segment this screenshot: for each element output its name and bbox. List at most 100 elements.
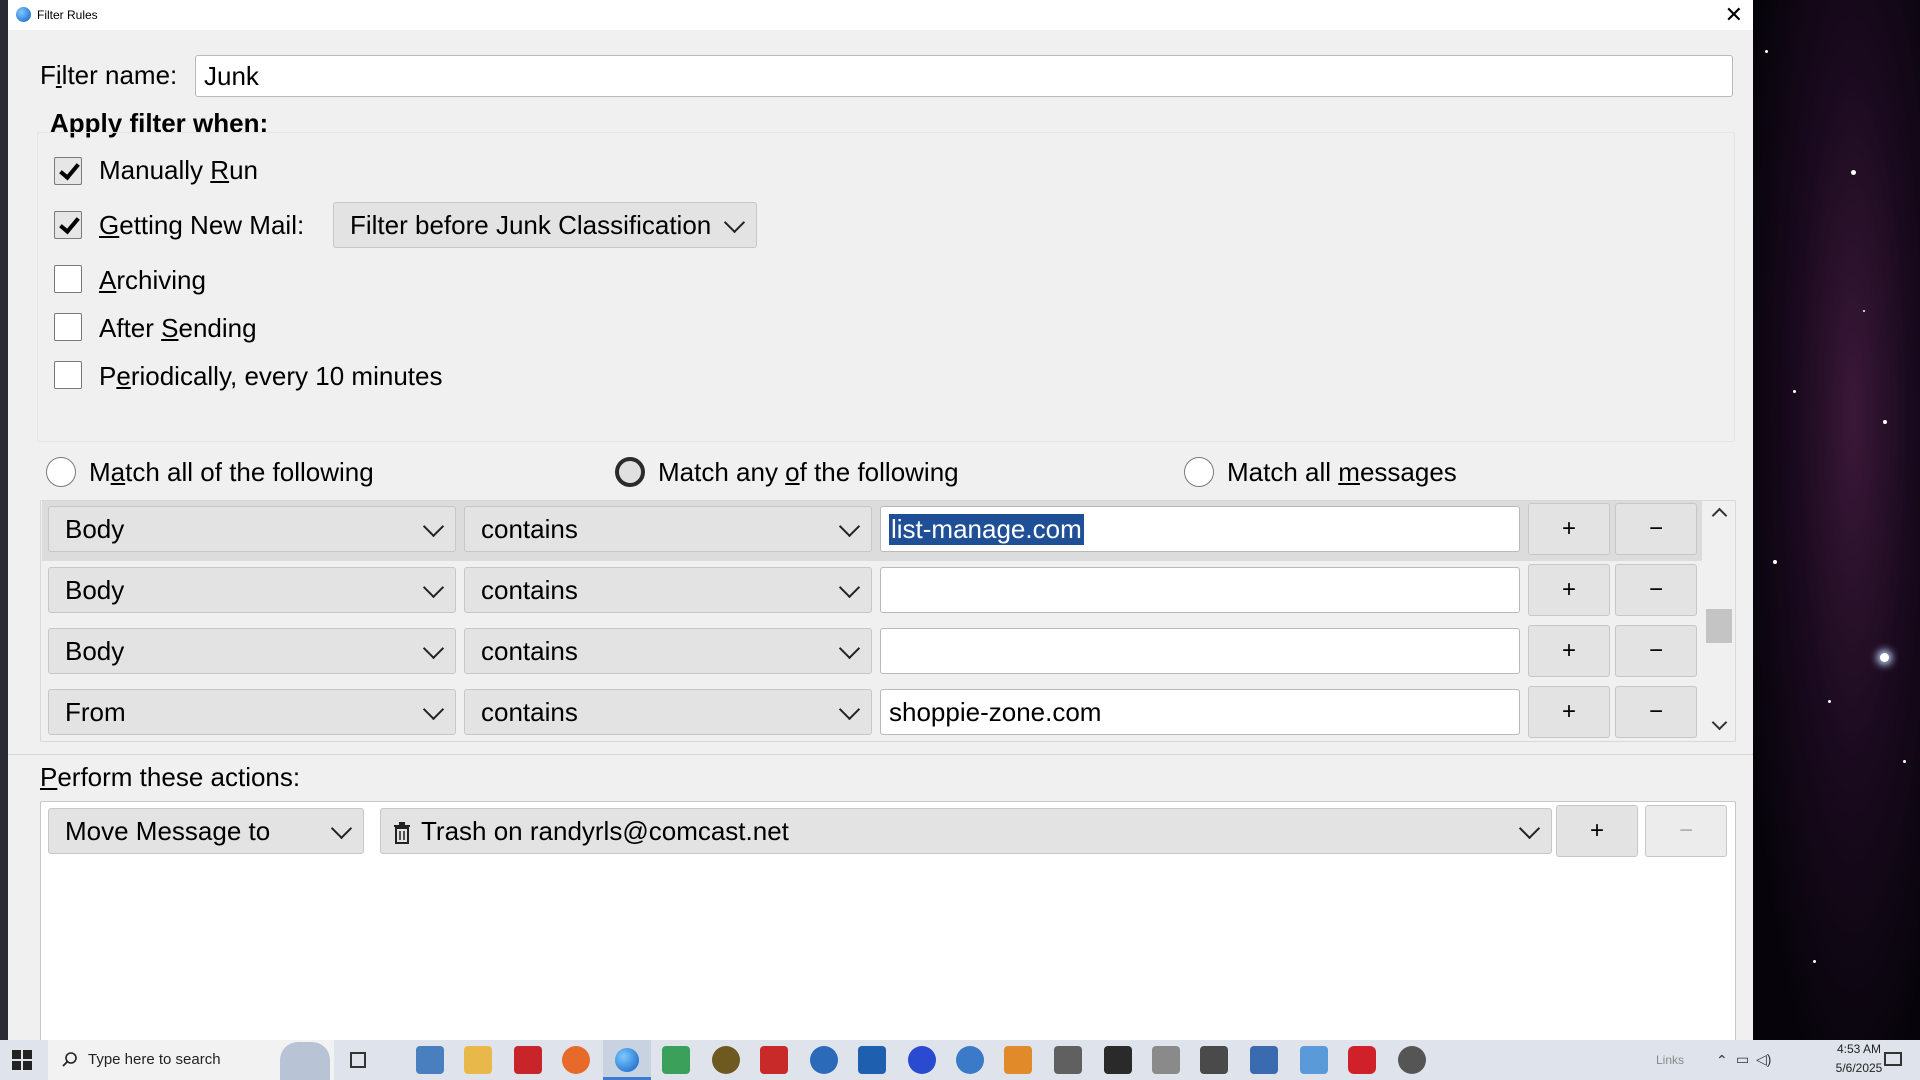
chevron-down-icon <box>838 515 861 538</box>
rule-field-dropdown[interactable]: From <box>48 689 456 735</box>
filter-rules-dialog: Filter Rules ✕ Filter name: Junk Apply f… <box>8 0 1753 1040</box>
new-mail-timing-dropdown[interactable]: Filter before Junk Classification <box>333 202 757 248</box>
add-rule-button[interactable]: + <box>1528 564 1610 616</box>
getting-new-mail-checkbox[interactable] <box>54 211 82 239</box>
taskbar-app-icon[interactable] <box>416 1046 444 1074</box>
periodically-checkbox[interactable] <box>54 361 82 389</box>
match-all-label: Match all of the following <box>89 457 374 487</box>
chevron-down-icon <box>422 698 445 721</box>
network-icon[interactable]: ▭ <box>1736 1051 1749 1068</box>
notifications-icon[interactable] <box>1884 1052 1902 1066</box>
chevron-down-icon <box>330 817 353 840</box>
scroll-up-icon[interactable] <box>1711 507 1728 524</box>
firefox-icon[interactable] <box>562 1046 590 1074</box>
remove-rule-button[interactable]: − <box>1615 686 1697 738</box>
actions-heading: Perform these actions: <box>40 762 301 792</box>
thunderbird-icon <box>615 1048 639 1072</box>
windows-start-icon[interactable] <box>12 1050 32 1070</box>
search-highlight-image <box>280 1042 330 1080</box>
desktop-wallpaper <box>1753 0 1920 1040</box>
background-window-edge <box>0 0 8 1040</box>
search-icon <box>62 1052 77 1067</box>
windows-taskbar: Type here to search Links ⌃ ▭ ◁) 4:53 AM… <box>0 1040 1920 1080</box>
chevron-down-icon <box>838 637 861 660</box>
taskbar-app-icon[interactable] <box>1300 1046 1328 1074</box>
rule-operator-dropdown[interactable]: contains <box>464 567 872 613</box>
taskbar-app-icon[interactable] <box>1152 1046 1180 1074</box>
after-sending-label: After Sending <box>99 313 257 343</box>
taskbar-app-icon[interactable] <box>1054 1046 1082 1074</box>
taskbar-app-icon[interactable] <box>662 1046 690 1074</box>
manually-run-label: Manually Run <box>99 155 258 185</box>
title-bar: Filter Rules ✕ <box>8 0 1753 30</box>
close-icon[interactable]: ✕ <box>1725 2 1743 28</box>
task-view-icon[interactable] <box>350 1052 366 1068</box>
rule-field-dropdown[interactable]: Body <box>48 506 456 552</box>
rule-operator-dropdown[interactable]: contains <box>464 506 872 552</box>
taskbar-app-icon[interactable] <box>760 1046 788 1074</box>
thunderbird-icon <box>16 7 31 22</box>
chevron-down-icon <box>422 515 445 538</box>
chevron-down-icon <box>723 211 746 234</box>
rule-field-dropdown[interactable]: Body <box>48 628 456 674</box>
volume-icon[interactable]: ◁) <box>1756 1051 1771 1068</box>
window-title: Filter Rules <box>37 8 98 22</box>
rule-value-input[interactable] <box>880 628 1520 674</box>
archiving-checkbox[interactable] <box>54 265 82 293</box>
getting-new-mail-label: Getting New Mail: <box>99 210 305 240</box>
filter-name-input[interactable]: Junk <box>195 55 1733 97</box>
file-explorer-icon[interactable] <box>464 1046 492 1074</box>
taskbar-app-icon[interactable] <box>1004 1046 1032 1074</box>
rule-operator-dropdown[interactable]: contains <box>464 689 872 735</box>
add-action-button[interactable]: + <box>1556 805 1638 857</box>
rule-value-input[interactable]: list-manage.com <box>880 506 1520 552</box>
match-any-radio[interactable] <box>615 457 645 487</box>
taskbar-app-icon[interactable] <box>1104 1046 1132 1074</box>
chevron-down-icon <box>1518 817 1541 840</box>
match-any-label: Match any of the following <box>658 457 959 487</box>
filezilla-icon[interactable] <box>514 1046 542 1074</box>
rule-field-dropdown[interactable]: Body <box>48 567 456 613</box>
action-target-dropdown[interactable]: Trash on randyrls@comcast.net <box>380 808 1552 854</box>
rules-scrollbar[interactable] <box>1705 501 1733 739</box>
taskbar-app-icon[interactable] <box>1348 1046 1376 1074</box>
scrollbar-thumb[interactable] <box>1706 609 1732 643</box>
remove-rule-button[interactable]: − <box>1615 564 1697 616</box>
tray-chevron-icon[interactable]: ⌃ <box>1716 1052 1728 1069</box>
trash-icon <box>393 820 411 844</box>
manually-run-checkbox[interactable] <box>54 157 82 185</box>
rule-value-input[interactable]: shoppie-zone.com <box>880 689 1520 735</box>
after-sending-checkbox[interactable] <box>54 313 82 341</box>
zoom-icon[interactable] <box>908 1046 936 1074</box>
apply-filter-group <box>37 132 1735 442</box>
taskbar-app-icon[interactable] <box>810 1046 838 1074</box>
thunderbird-active-tab[interactable] <box>603 1040 651 1080</box>
calculator-icon[interactable] <box>1250 1046 1278 1074</box>
links-toolbar-label[interactable]: Links <box>1656 1053 1684 1067</box>
add-rule-button[interactable]: + <box>1528 625 1610 677</box>
rule-value-input[interactable] <box>880 567 1520 613</box>
taskbar-app-icon[interactable] <box>1200 1046 1228 1074</box>
add-rule-button[interactable]: + <box>1528 503 1610 555</box>
periodically-label: Periodically, every 10 minutes <box>99 361 443 391</box>
search-placeholder: Type here to search <box>88 1051 221 1068</box>
scroll-down-icon[interactable] <box>1711 714 1728 731</box>
taskbar-app-icon[interactable] <box>956 1046 984 1074</box>
action-type-dropdown[interactable]: Move Message to <box>48 808 364 854</box>
remove-rule-button[interactable]: − <box>1615 625 1697 677</box>
chevron-down-icon <box>838 698 861 721</box>
remove-action-button[interactable]: − <box>1645 805 1727 857</box>
match-all-radio[interactable] <box>46 457 76 487</box>
remove-rule-button[interactable]: − <box>1615 503 1697 555</box>
taskbar-app-icon[interactable] <box>712 1046 740 1074</box>
match-all-messages-label: Match all messages <box>1227 457 1457 487</box>
add-rule-button[interactable]: + <box>1528 686 1610 738</box>
filter-name-label: Filter name: <box>40 60 178 90</box>
section-divider <box>8 754 1753 755</box>
chevron-down-icon <box>838 576 861 599</box>
rule-operator-dropdown[interactable]: contains <box>464 628 872 674</box>
taskbar-search-box[interactable]: Type here to search <box>48 1040 334 1080</box>
word-icon[interactable] <box>858 1046 886 1074</box>
match-all-messages-radio[interactable] <box>1184 457 1214 487</box>
gear-icon[interactable] <box>1398 1046 1426 1074</box>
